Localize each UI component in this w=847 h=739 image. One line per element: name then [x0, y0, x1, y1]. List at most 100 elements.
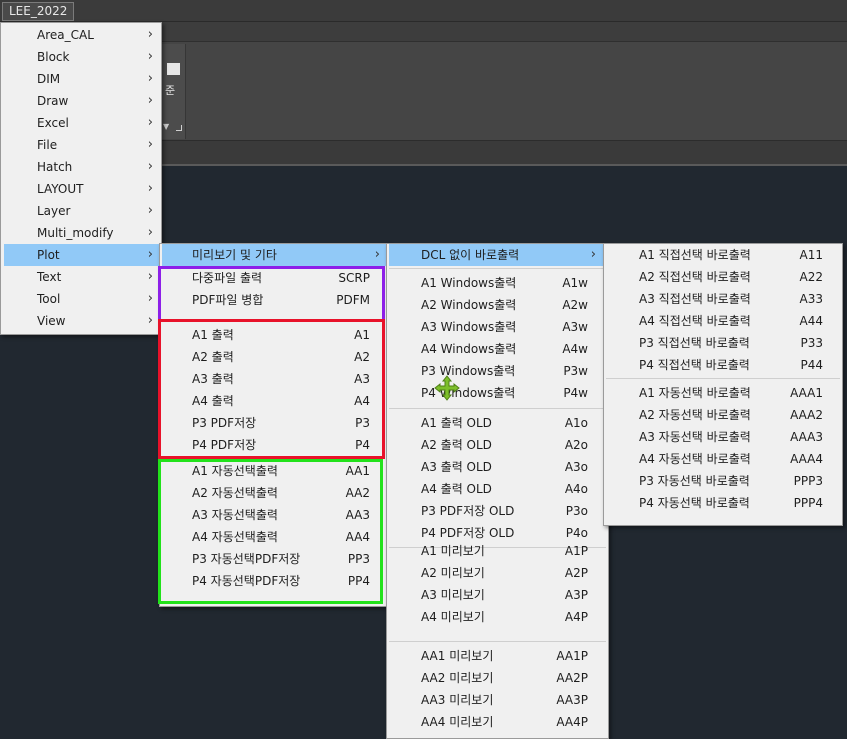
- menu-item-label: A4 미리보기: [421, 610, 485, 624]
- menu-item-aaa1[interactable]: A1 자동선택 바로출력 AAA1: [606, 382, 842, 404]
- menu-item-a44[interactable]: A4 직접선택 바로출력 A44: [606, 310, 842, 332]
- chevron-right-icon: ›: [147, 247, 153, 262]
- menu-item-hatch[interactable]: Hatch ›: [4, 156, 161, 178]
- menu-item-view[interactable]: View ›: [4, 310, 161, 332]
- menu-item-pdfm[interactable]: PDF파일 병합 PDFM: [162, 289, 387, 311]
- menu-item-label: Block: [37, 50, 70, 64]
- menu-item-label: P4 자동선택 바로출력: [639, 496, 750, 510]
- menu-item-a2o[interactable]: A2 출력 OLD A2o: [389, 434, 608, 456]
- menu-item-p3o[interactable]: P3 PDF저장 OLD P3o: [389, 500, 608, 522]
- menu-item-label: A2 자동선택 바로출력: [639, 408, 751, 422]
- chevron-right-icon: ›: [147, 181, 153, 196]
- menu-item-aa4[interactable]: A4 자동선택출력 AA4: [162, 526, 387, 548]
- title-bar: LEE_2022: [0, 0, 847, 22]
- menu-item-plot[interactable]: Plot ›: [4, 244, 161, 266]
- menu-item-p4w[interactable]: P4 Windows출력 P4w: [389, 382, 608, 404]
- menu-item-shortcut: PP3: [347, 552, 370, 566]
- menu-item-a4o[interactable]: A4 출력 OLD A4o: [389, 478, 608, 500]
- menu-item-p44[interactable]: P4 직접선택 바로출력 P44: [606, 354, 842, 376]
- menu-item-shortcut: A3P: [564, 588, 588, 602]
- menu-item-label: A1 Windows출력: [421, 276, 517, 290]
- menu-item-shortcut: SCRP: [338, 271, 370, 285]
- menu-item-text[interactable]: Text ›: [4, 266, 161, 288]
- menu-item-label: PDF파일 병합: [192, 293, 264, 307]
- menu-item-label: Plot: [37, 248, 60, 262]
- chevron-right-icon: ›: [147, 137, 153, 152]
- menu-item-aa3[interactable]: A3 자동선택출력 AA3: [162, 504, 387, 526]
- menu-item-direct-print[interactable]: DCL 없이 바로출력 ›: [389, 244, 608, 266]
- menu-item-shortcut: AAA2: [790, 408, 823, 422]
- menu-item-label: A3 미리보기: [421, 588, 485, 602]
- menu-item-a1o[interactable]: A1 출력 OLD A1o: [389, 412, 608, 434]
- menu-item-tool[interactable]: Tool ›: [4, 288, 161, 310]
- menu-item-p3w[interactable]: P3 Windows출력 P3w: [389, 360, 608, 382]
- menu-item-a1w[interactable]: A1 Windows출력 A1w: [389, 272, 608, 294]
- menu-item-aa1p[interactable]: AA1 미리보기 AA1P: [389, 645, 608, 667]
- menu-item-a4[interactable]: A4 출력 A4: [162, 390, 387, 412]
- menu-item-label: A2 자동선택출력: [192, 486, 278, 500]
- menu-item-label: A4 직접선택 바로출력: [639, 314, 751, 328]
- menu-item-layout[interactable]: LAYOUT ›: [4, 178, 161, 200]
- menu-item-p3[interactable]: P3 PDF저장 P3: [162, 412, 387, 434]
- menu-item-label: A1 출력: [192, 328, 234, 342]
- menu-item-aaa2[interactable]: A2 자동선택 바로출력 AAA2: [606, 404, 842, 426]
- menu-item-a4p[interactable]: A4 미리보기 A4P: [389, 606, 608, 628]
- menu-item-aa2p[interactable]: AA2 미리보기 AA2P: [389, 667, 608, 689]
- menu-item-draw[interactable]: Draw ›: [4, 90, 161, 112]
- chevron-down-icon[interactable]: ▼: [163, 122, 169, 131]
- menu-item-shortcut: A11: [799, 248, 823, 262]
- menu-item-shortcut: AA3: [345, 508, 370, 522]
- menu-item-label: A2 출력 OLD: [421, 438, 492, 452]
- menu-item-a2[interactable]: A2 출력 A2: [162, 346, 387, 368]
- menu-item-a22[interactable]: A2 직접선택 바로출력 A22: [606, 266, 842, 288]
- menu-item-a1[interactable]: A1 출력 A1: [162, 324, 387, 346]
- panel-swatch: [167, 63, 180, 75]
- menu-item-shortcut: A2P: [564, 566, 588, 580]
- menu-item-dim[interactable]: DIM ›: [4, 68, 161, 90]
- menu-item-a3w[interactable]: A3 Windows출력 A3w: [389, 316, 608, 338]
- menu-item-aaa3[interactable]: A3 자동선택 바로출력 AAA3: [606, 426, 842, 448]
- menu-item-a1p[interactable]: A1 미리보기 A1P: [389, 540, 608, 562]
- menu-item-a33[interactable]: A3 직접선택 바로출력 A33: [606, 288, 842, 310]
- ribbon-panel[interactable]: 준 ▼: [160, 44, 186, 139]
- menu-item-area-cal[interactable]: Area_CAL ›: [4, 24, 161, 46]
- app-tab[interactable]: LEE_2022: [2, 2, 75, 21]
- menu-item-shortcut: A1: [354, 328, 370, 342]
- menu-item-label: A3 출력: [192, 372, 234, 386]
- menu-item-excel[interactable]: Excel ›: [4, 112, 161, 134]
- menu-item-a3o[interactable]: A3 출력 OLD A3o: [389, 456, 608, 478]
- menu-item-preview-and-etc[interactable]: 미리보기 및 기타 ›: [162, 244, 387, 266]
- menu-item-p33[interactable]: P3 직접선택 바로출력 P33: [606, 332, 842, 354]
- menu-direct-print: A1 직접선택 바로출력 A11 A2 직접선택 바로출력 A22 A3 직접선택 바로…: [603, 243, 843, 526]
- menu-item-shortcut: P3: [355, 416, 370, 430]
- menu-item-ppp4[interactable]: P4 자동선택 바로출력 PPP4: [606, 492, 842, 514]
- menu-item-a2p[interactable]: A2 미리보기 A2P: [389, 562, 608, 584]
- menu-item-a2w[interactable]: A2 Windows출력 A2w: [389, 294, 608, 316]
- menu-item-a4w[interactable]: A4 Windows출력 A4w: [389, 338, 608, 360]
- menu-item-scrp[interactable]: 다중파일 출력 SCRP: [162, 267, 387, 289]
- menu-item-layer[interactable]: Layer ›: [4, 200, 161, 222]
- menu-item-pp3[interactable]: P3 자동선택PDF저장 PP3: [162, 548, 387, 570]
- menu-item-shortcut: P3o: [565, 504, 588, 518]
- menu-item-label: A4 Windows출력: [421, 342, 517, 356]
- menu-item-aa3p[interactable]: AA3 미리보기 AA3P: [389, 689, 608, 711]
- menu-item-shortcut: AA4P: [556, 715, 588, 729]
- menu-item-aa1[interactable]: A1 자동선택출력 AA1: [162, 460, 387, 482]
- menu-item-p4[interactable]: P4 PDF저장 P4: [162, 434, 387, 456]
- menu-item-shortcut: P33: [800, 336, 823, 350]
- menu-item-a3p[interactable]: A3 미리보기 A3P: [389, 584, 608, 606]
- menu-item-shortcut: A2w: [562, 298, 588, 312]
- menu-item-ppp3[interactable]: P3 자동선택 바로출력 PPP3: [606, 470, 842, 492]
- menu-item-file[interactable]: File ›: [4, 134, 161, 156]
- menu-item-aa4p[interactable]: AA4 미리보기 AA4P: [389, 711, 608, 733]
- menu-root: Area_CAL › Block › DIM › Draw › Excel › File › Hatch…: [0, 22, 162, 335]
- panel-launcher-icon[interactable]: [176, 125, 182, 131]
- menu-item-aa2[interactable]: A2 자동선택출력 AA2: [162, 482, 387, 504]
- menu-item-aaa4[interactable]: A4 자동선택 바로출력 AAA4: [606, 448, 842, 470]
- menu-item-multi-modify[interactable]: Multi_modify ›: [4, 222, 161, 244]
- menu-item-block[interactable]: Block ›: [4, 46, 161, 68]
- menu-item-pp4[interactable]: P4 자동선택PDF저장 PP4: [162, 570, 387, 592]
- menu-item-a3[interactable]: A3 출력 A3: [162, 368, 387, 390]
- menu-item-shortcut: A2o: [564, 438, 588, 452]
- menu-item-a11[interactable]: A1 직접선택 바로출력 A11: [606, 244, 842, 266]
